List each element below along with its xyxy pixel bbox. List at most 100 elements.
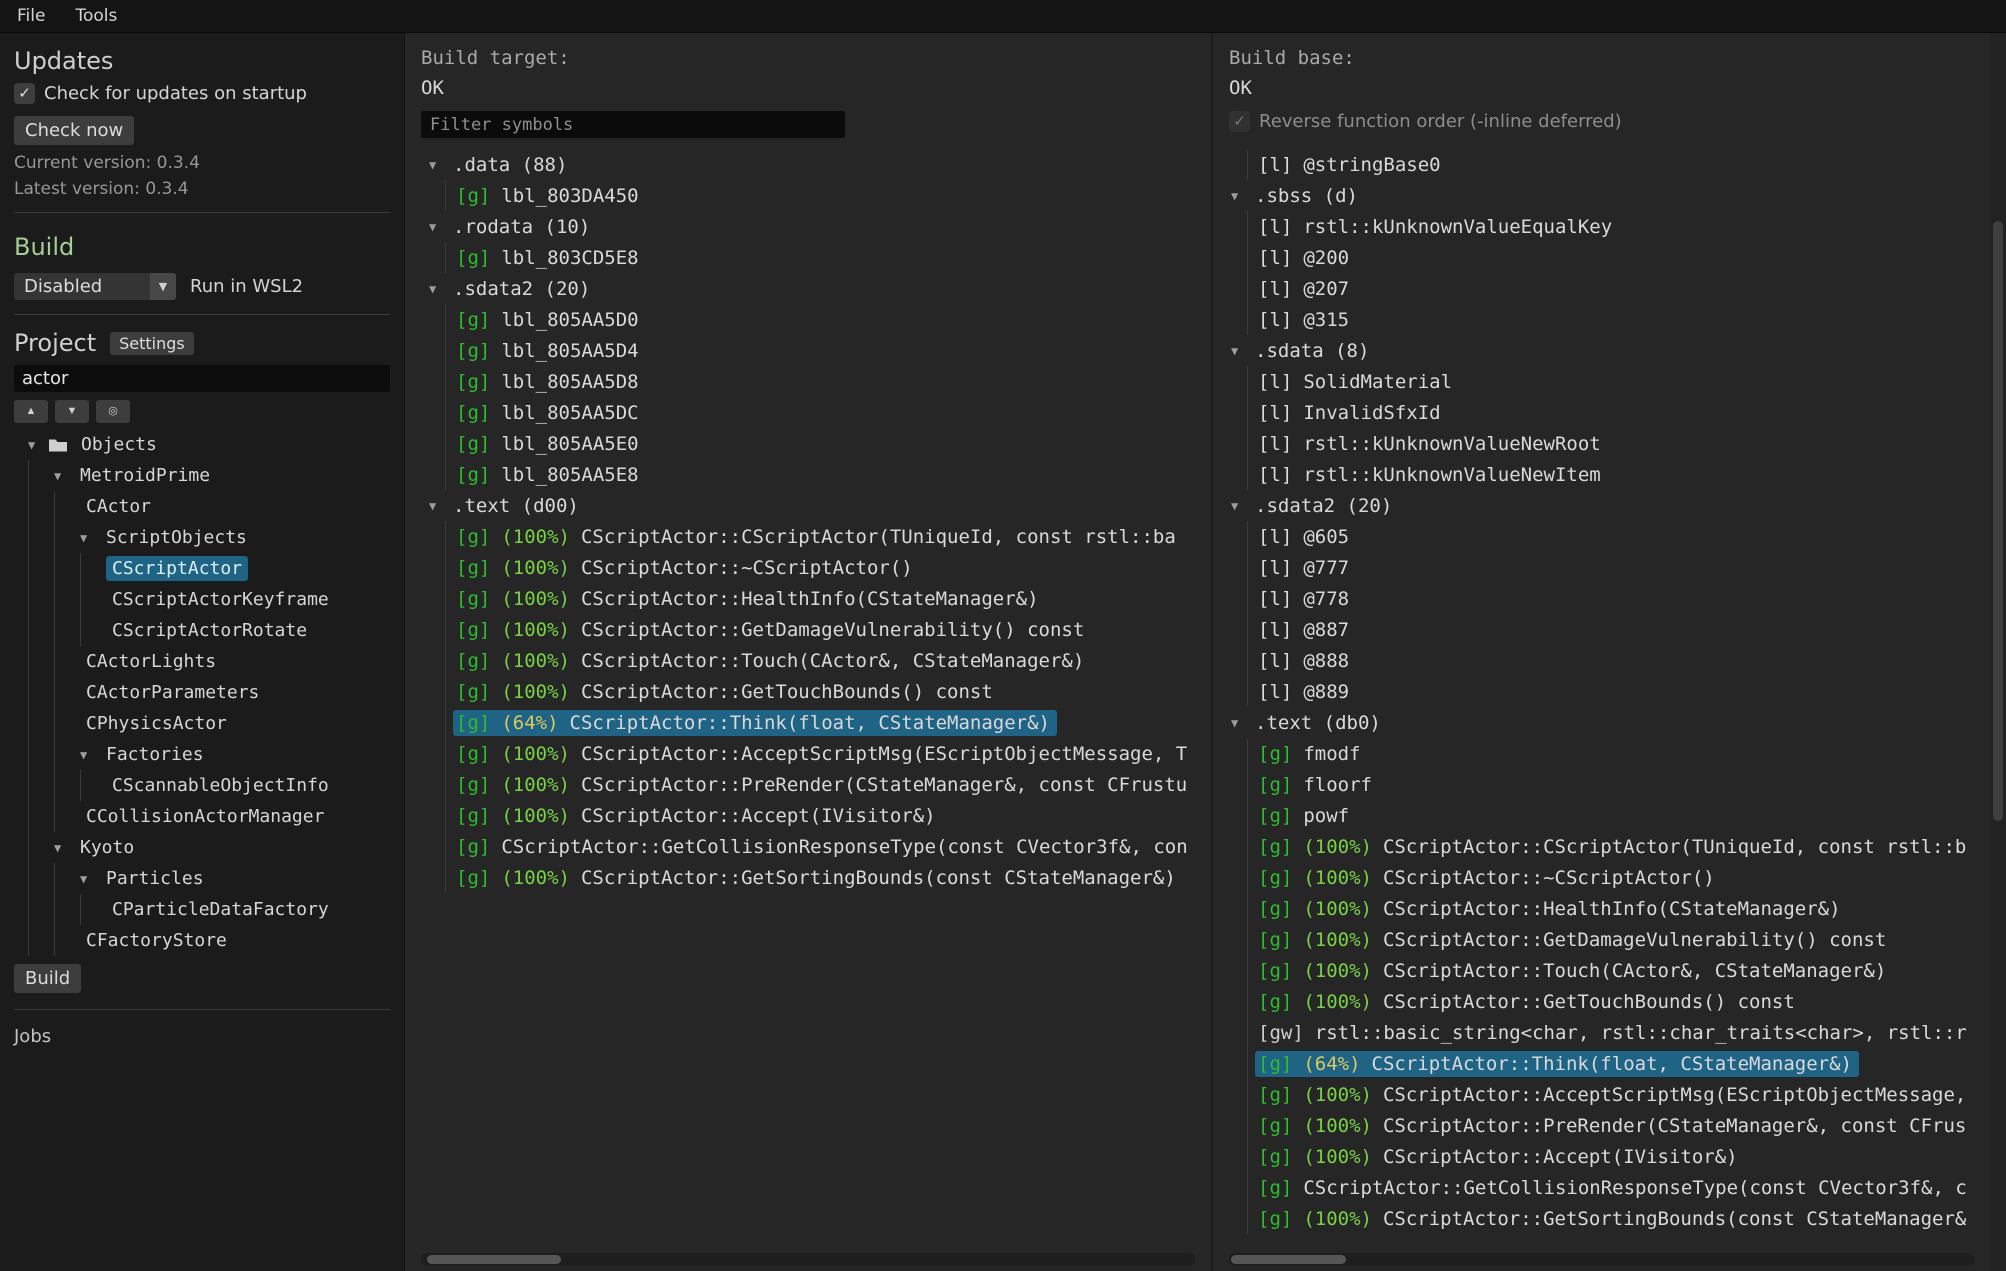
- tree-expand-arrow-icon[interactable]: ▼: [54, 841, 74, 855]
- symbol-entry[interactable]: [g]floorf: [1255, 772, 1379, 798]
- symbol-entry[interactable]: [l]@777: [1255, 555, 1356, 581]
- symbol-entry[interactable]: [g](100%)CScriptActor::AcceptScriptMsg(E…: [453, 741, 1194, 767]
- symbol-row[interactable]: [g](64%)CScriptActor::Think(float, CStat…: [445, 707, 1211, 738]
- symbol-entry[interactable]: [g]lbl_803DA450: [453, 183, 646, 209]
- symbol-row[interactable]: [g]lbl_805AA5D8: [445, 366, 1211, 397]
- symbol-entry[interactable]: [g](100%)CScriptActor::HealthInfo(CState…: [1255, 896, 1848, 922]
- symbol-entry[interactable]: [l]@778: [1255, 586, 1356, 612]
- symbol-entry[interactable]: [g]CScriptActor::GetCollisionResponseTyp…: [1255, 1175, 1974, 1201]
- symbol-entry[interactable]: [g](100%)CScriptActor::Accept(IVisitor&): [453, 803, 943, 829]
- symbol-entry[interactable]: [g](64%)CScriptActor::Think(float, CStat…: [453, 710, 1057, 736]
- tree-item[interactable]: CScriptActor: [14, 553, 390, 584]
- symbol-row[interactable]: [g]fmodf: [1247, 738, 1990, 769]
- symbol-entry[interactable]: [g](100%)CScriptActor::HealthInfo(CState…: [453, 586, 1046, 612]
- symbol-row[interactable]: [g]powf: [1247, 800, 1990, 831]
- base-horizontal-scrollbar[interactable]: [1229, 1253, 1974, 1266]
- scrollbar-thumb[interactable]: [1993, 221, 2003, 821]
- updates-startup-checkbox[interactable]: ✓ Check for updates on startup: [14, 83, 390, 104]
- tree-item[interactable]: ▼ScriptObjects: [14, 522, 390, 553]
- tree-expand-arrow-icon[interactable]: ▼: [28, 438, 48, 452]
- symbol-row[interactable]: [g](100%)CScriptActor::GetTouchBounds() …: [1247, 986, 1990, 1017]
- build-config-dropdown[interactable]: Disabled ▼: [14, 273, 176, 300]
- symbol-entry[interactable]: [g]lbl_805AA5D0: [453, 307, 646, 333]
- symbol-entry[interactable]: [l]@stringBase0: [1255, 152, 1448, 178]
- tree-item[interactable]: CCollisionActorManager: [14, 801, 390, 832]
- symbol-row[interactable]: [g]lbl_805AA5E0: [445, 428, 1211, 459]
- symbol-entry[interactable]: [l]rstl::kUnknownValueEqualKey: [1255, 214, 1619, 240]
- symbol-row[interactable]: [l]@stringBase0: [1247, 149, 1990, 180]
- symbol-entry[interactable]: [g]lbl_805AA5E0: [453, 431, 646, 457]
- tree-item[interactable]: CScriptActorKeyframe: [14, 584, 390, 615]
- symbol-row[interactable]: [g]CScriptActor::GetCollisionResponseTyp…: [1247, 1172, 1990, 1203]
- tree-item[interactable]: ▼Factories: [14, 739, 390, 770]
- symbol-row[interactable]: [g](100%)CScriptActor::GetSortingBounds(…: [1247, 1203, 1990, 1234]
- window-vertical-scrollbar[interactable]: [1990, 33, 2006, 1271]
- symbol-filter-input[interactable]: [421, 111, 845, 138]
- checkbox-checked-icon[interactable]: ✓: [14, 83, 35, 104]
- symbol-entry[interactable]: [l]rstl::kUnknownValueNewItem: [1255, 462, 1608, 488]
- section-header[interactable]: ▼.rodata (10): [405, 211, 1211, 242]
- tree-item[interactable]: CActorParameters: [14, 677, 390, 708]
- menu-item-tools[interactable]: Tools: [75, 6, 117, 26]
- project-settings-button[interactable]: Settings: [110, 332, 194, 355]
- tree-expand-arrow-icon[interactable]: ▼: [80, 872, 100, 886]
- symbol-entry[interactable]: [l]InvalidSfxId: [1255, 400, 1448, 426]
- symbol-row[interactable]: [g](100%)CScriptActor::~CScriptActor(): [445, 552, 1211, 583]
- object-filter-input[interactable]: [14, 365, 390, 392]
- symbol-row[interactable]: [g](100%)CScriptActor::Accept(IVisitor&): [445, 800, 1211, 831]
- tree-item[interactable]: CScriptActorRotate: [14, 615, 390, 646]
- symbol-row[interactable]: [g](100%)CScriptActor::PreRender(CStateM…: [1247, 1110, 1990, 1141]
- symbol-row[interactable]: [g]lbl_805AA5E8: [445, 459, 1211, 490]
- tree-expand-arrow-icon[interactable]: ▼: [80, 531, 100, 545]
- tree-expand-arrow-icon[interactable]: ▼: [80, 748, 100, 762]
- section-header[interactable]: ▼.sdata2 (20): [1213, 490, 1990, 521]
- symbol-entry[interactable]: [g]lbl_803CD5E8: [453, 245, 646, 271]
- expand-all-button[interactable]: ▼: [55, 400, 89, 423]
- symbol-row[interactable]: [l]@778: [1247, 583, 1990, 614]
- symbol-entry[interactable]: [g](100%)CScriptActor::CScriptActor(TUni…: [453, 524, 1183, 550]
- symbol-row[interactable]: [g](100%)CScriptActor::HealthInfo(CState…: [445, 583, 1211, 614]
- symbol-row[interactable]: [g](100%)CScriptActor::Accept(IVisitor&): [1247, 1141, 1990, 1172]
- symbol-row[interactable]: [g]CScriptActor::GetCollisionResponseTyp…: [445, 831, 1211, 862]
- symbol-entry[interactable]: [g]fmodf: [1255, 741, 1368, 767]
- symbol-entry[interactable]: [g](64%)CScriptActor::Think(float, CStat…: [1255, 1051, 1859, 1077]
- symbol-entry[interactable]: [l]@888: [1255, 648, 1356, 674]
- symbol-entry[interactable]: [g](100%)CScriptActor::PreRender(CStateM…: [1255, 1113, 1973, 1139]
- symbol-row[interactable]: [gw]rstl::basic_string<char, rstl::char_…: [1247, 1017, 1990, 1048]
- tree-expand-arrow-icon[interactable]: ▼: [54, 469, 74, 483]
- symbol-row[interactable]: [g]lbl_803DA450: [445, 180, 1211, 211]
- symbol-row[interactable]: [g](100%)CScriptActor::PreRender(CStateM…: [445, 769, 1211, 800]
- symbol-entry[interactable]: [l]@207: [1255, 276, 1356, 302]
- symbol-entry[interactable]: [l]@315: [1255, 307, 1356, 333]
- symbol-entry[interactable]: [l]@889: [1255, 679, 1356, 705]
- tree-item[interactable]: ▼Kyoto: [14, 832, 390, 863]
- symbol-entry[interactable]: [l]SolidMaterial: [1255, 369, 1459, 395]
- symbol-row[interactable]: [g](100%)CScriptActor::AcceptScriptMsg(E…: [1247, 1079, 1990, 1110]
- symbol-entry[interactable]: [g](100%)CScriptActor::GetTouchBounds() …: [453, 679, 1000, 705]
- symbol-row[interactable]: [g](100%)CScriptActor::GetSortingBounds(…: [445, 862, 1211, 893]
- scrollbar-thumb[interactable]: [1231, 1255, 1346, 1264]
- tree-item[interactable]: CPhysicsActor: [14, 708, 390, 739]
- collapse-all-button[interactable]: ▲: [14, 400, 48, 423]
- symbol-entry[interactable]: [g]lbl_805AA5D4: [453, 338, 646, 364]
- symbol-row[interactable]: [l]rstl::kUnknownValueNewItem: [1247, 459, 1990, 490]
- symbol-row[interactable]: [g]lbl_805AA5DC: [445, 397, 1211, 428]
- section-header[interactable]: ▼.sbss (d): [1213, 180, 1990, 211]
- symbol-row[interactable]: [l]@200: [1247, 242, 1990, 273]
- symbol-row[interactable]: [l]@315: [1247, 304, 1990, 335]
- section-header[interactable]: ▼.text (db0): [1213, 707, 1990, 738]
- symbol-entry[interactable]: [g]lbl_805AA5D8: [453, 369, 646, 395]
- symbol-row[interactable]: [l]@605: [1247, 521, 1990, 552]
- symbol-entry[interactable]: [g](100%)CScriptActor::GetDamageVulnerab…: [1255, 927, 1893, 953]
- tree-item[interactable]: ▼Objects: [14, 429, 390, 460]
- symbol-row[interactable]: [l]SolidMaterial: [1247, 366, 1990, 397]
- check-now-button[interactable]: Check now: [14, 116, 134, 145]
- symbol-row[interactable]: [g](100%)CScriptActor::AcceptScriptMsg(E…: [445, 738, 1211, 769]
- symbol-entry[interactable]: [g]lbl_805AA5DC: [453, 400, 646, 426]
- symbol-row[interactable]: [g](100%)CScriptActor::~CScriptActor(): [1247, 862, 1990, 893]
- symbol-row[interactable]: [g](100%)CScriptActor::CScriptActor(TUni…: [1247, 831, 1990, 862]
- symbol-row[interactable]: [g](64%)CScriptActor::Think(float, CStat…: [1247, 1048, 1990, 1079]
- symbol-row[interactable]: [g](100%)CScriptActor::CScriptActor(TUni…: [445, 521, 1211, 552]
- symbol-entry[interactable]: [g](100%)CScriptActor::Touch(CActor&, CS…: [453, 648, 1091, 674]
- symbol-row[interactable]: [l]@889: [1247, 676, 1990, 707]
